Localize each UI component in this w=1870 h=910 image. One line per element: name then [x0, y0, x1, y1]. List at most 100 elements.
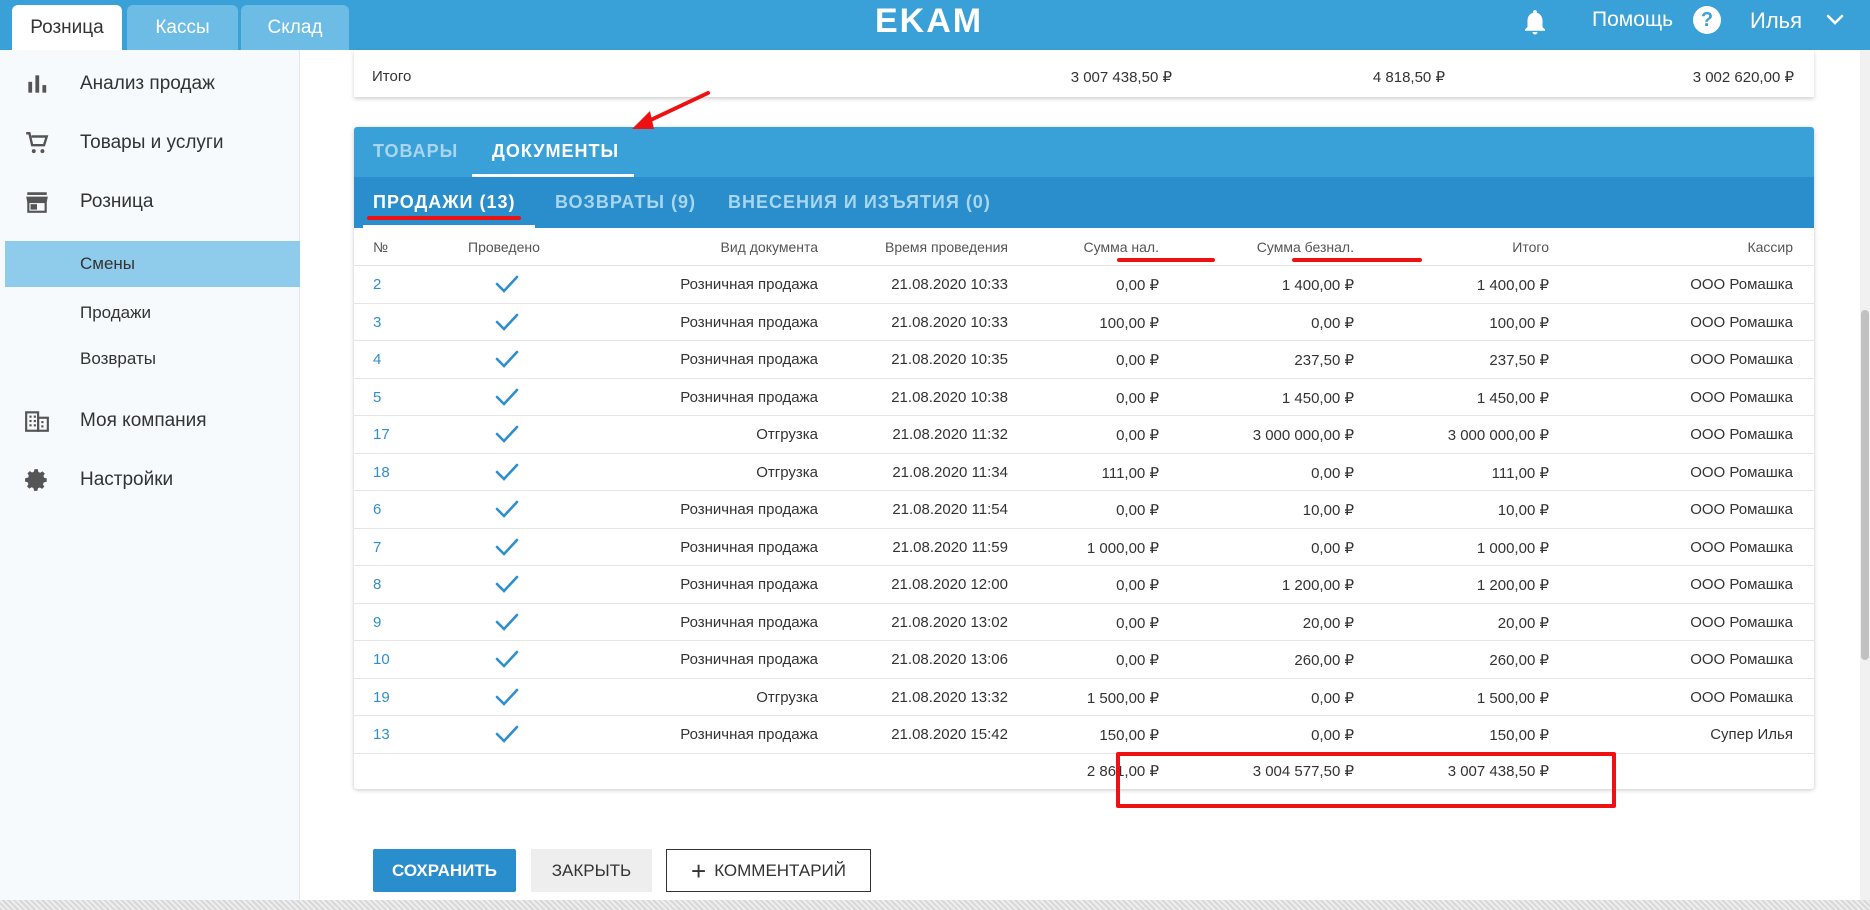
- bell-icon[interactable]: [1520, 6, 1550, 38]
- document-number-link[interactable]: 7: [373, 539, 381, 556]
- document-type: Розничная продажа: [680, 726, 818, 743]
- table-row[interactable]: 4 Розничная продажа 21.08.2020 10:35 0,00 ₽…: [354, 341, 1814, 379]
- checkmark-icon: [495, 462, 519, 482]
- card-sum: 0,00 ₽: [1311, 314, 1354, 332]
- table-row[interactable]: 9 Розничная продажа 21.08.2020 13:02 0,00 ₽…: [354, 604, 1814, 641]
- tab-returns[interactable]: ВОЗВРАТЫ (9): [555, 192, 696, 213]
- table-row[interactable]: 10 Розничная продажа 21.08.2020 13:06 0,00 …: [354, 641, 1814, 679]
- sidebar-subitem-shifts[interactable]: Смены: [5, 241, 300, 287]
- top-tab-retail[interactable]: Розница: [12, 5, 122, 50]
- help-icon[interactable]: ?: [1693, 6, 1721, 34]
- row-total: 150,00 ₽: [1489, 727, 1549, 744]
- column-header-number[interactable]: №: [373, 239, 388, 255]
- table-row[interactable]: 7 Розничная продажа 21.08.2020 11:59 1 000,…: [354, 529, 1814, 566]
- sidebar-item-label: Розница: [80, 191, 154, 212]
- cart-icon: [26, 132, 49, 154]
- document-type: Розничная продажа: [680, 613, 818, 631]
- close-button[interactable]: ЗАКРЫТЬ: [531, 849, 652, 892]
- document-number-link[interactable]: 4: [373, 351, 381, 368]
- table-row[interactable]: 8 Розничная продажа 21.08.2020 12:00 0,00 ₽…: [354, 566, 1814, 604]
- column-header-document-type[interactable]: Вид документа: [554, 239, 818, 255]
- add-comment-label: КОММЕНТАРИЙ: [714, 860, 846, 880]
- table-row[interactable]: 13 Розничная продажа 21.08.2020 15:42 150,0…: [354, 716, 1814, 754]
- column-header-cash-sum[interactable]: Сумма нал.: [1004, 239, 1159, 255]
- document-number-link[interactable]: 3: [373, 314, 381, 331]
- document-number-link[interactable]: 5: [373, 389, 381, 406]
- document-number-link[interactable]: 10: [373, 651, 390, 668]
- cash-sum: 100,00 ₽: [1099, 314, 1159, 332]
- column-header-total[interactable]: Итого: [1354, 239, 1549, 255]
- cashier-name: ООО Ромашка: [1690, 538, 1793, 556]
- column-header-posted[interactable]: Проведено: [468, 239, 540, 255]
- row-total: 1 000,00 ₽: [1476, 539, 1549, 557]
- sidebar-item-my-company[interactable]: Моя компания: [0, 396, 300, 446]
- document-type: Розничная продажа: [680, 576, 818, 593]
- tab-deposits-withdrawals[interactable]: ВНЕСЕНИЯ И ИЗЪЯТИЯ (0): [728, 192, 991, 213]
- sidebar-item-sales-analysis[interactable]: Анализ продаж: [0, 59, 300, 109]
- document-type: Отгрузка: [756, 463, 818, 481]
- table-row[interactable]: 6 Розничная продажа 21.08.2020 11:54 0,00 ₽…: [354, 491, 1814, 529]
- sidebar-item-retail[interactable]: Розница: [0, 177, 300, 227]
- cash-sum: 1 000,00 ₽: [1086, 539, 1159, 557]
- plus-icon: +: [691, 855, 707, 886]
- cashier-name: ООО Ромашка: [1690, 426, 1793, 443]
- document-number-link[interactable]: 19: [373, 689, 390, 706]
- cash-sum: 0,00 ₽: [1116, 352, 1159, 369]
- sidebar-subitem-label: Продажи: [80, 303, 151, 322]
- document-number-link[interactable]: 13: [373, 726, 390, 743]
- checkmark-icon: [495, 499, 519, 519]
- document-type: Розничная продажа: [680, 276, 818, 293]
- app-logo[interactable]: EKAM: [875, 2, 983, 41]
- sidebar-item-goods[interactable]: Товары и услуги: [0, 118, 300, 168]
- tab-sales[interactable]: ПРОДАЖИ (13): [373, 192, 516, 213]
- column-header-time[interactable]: Время проведения: [814, 239, 1008, 255]
- cashier-name: ООО Ромашка: [1690, 576, 1793, 593]
- tab-goods[interactable]: ТОВАРЫ: [373, 141, 458, 162]
- table-row[interactable]: 17 Отгрузка 21.08.2020 11:32 0,00 ₽ 3 000 00…: [354, 416, 1814, 454]
- document-number-link[interactable]: 2: [373, 276, 381, 293]
- document-number-link[interactable]: 17: [373, 426, 390, 443]
- chevron-down-icon[interactable]: [1825, 12, 1845, 28]
- cashier-name: Супер Илья: [1710, 726, 1793, 743]
- column-header-cashier[interactable]: Кассир: [1554, 239, 1793, 255]
- add-comment-button[interactable]: + КОММЕНТАРИЙ: [666, 849, 871, 892]
- document-type: Розничная продажа: [680, 313, 818, 331]
- table-row[interactable]: 19 Отгрузка 21.08.2020 13:32 1 500,00 ₽ 0,00…: [354, 679, 1814, 716]
- document-time: 21.08.2020 10:33: [891, 313, 1008, 331]
- column-header-card-sum[interactable]: Сумма безнал.: [1164, 239, 1354, 255]
- document-time: 21.08.2020 11:32: [892, 426, 1008, 443]
- sidebar-subitem-sales[interactable]: Продажи: [5, 290, 300, 336]
- row-total: 1 450,00 ₽: [1476, 389, 1549, 407]
- checkmark-icon: [495, 687, 519, 707]
- card-sum: 260,00 ₽: [1294, 652, 1354, 669]
- sidebar-subitem-returns[interactable]: Возвраты: [5, 336, 300, 382]
- help-link[interactable]: Помощь: [1592, 8, 1673, 32]
- document-type: Розничная продажа: [680, 388, 818, 406]
- document-number-link[interactable]: 8: [373, 576, 381, 593]
- top-tab-warehouse[interactable]: Склад: [241, 5, 349, 50]
- table-row[interactable]: 3 Розничная продажа 21.08.2020 10:33 100,00…: [354, 304, 1814, 341]
- sidebar-item-settings[interactable]: Настройки: [0, 455, 300, 505]
- document-number-link[interactable]: 9: [373, 614, 381, 631]
- top-tab-cashboxes[interactable]: Кассы: [127, 5, 238, 50]
- document-number-link[interactable]: 18: [373, 464, 390, 481]
- cashier-name: ООО Ромашка: [1690, 688, 1793, 706]
- table-row[interactable]: 2 Розничная продажа 21.08.2020 10:33 0,00 ₽…: [354, 266, 1814, 304]
- sidebar-subitem-label: Возвраты: [80, 349, 156, 368]
- summary-total-label: Итого: [372, 68, 412, 85]
- document-time: 21.08.2020 11:59: [892, 538, 1008, 556]
- save-button[interactable]: СОХРАНИТЬ: [373, 849, 516, 892]
- tab-documents[interactable]: ДОКУМЕНТЫ: [492, 141, 619, 162]
- checkmark-icon: [495, 649, 519, 669]
- table-row[interactable]: 18 Отгрузка 21.08.2020 11:34 111,00 ₽ 0,00 ₽…: [354, 454, 1814, 491]
- table-row[interactable]: 5 Розничная продажа 21.08.2020 10:38 0,00 ₽…: [354, 379, 1814, 416]
- cashier-name: ООО Ромашка: [1690, 613, 1793, 631]
- row-total: 1 200,00 ₽: [1476, 577, 1549, 594]
- row-total: 3 000 000,00 ₽: [1447, 427, 1549, 444]
- scrollbar-thumb[interactable]: [1861, 310, 1869, 660]
- document-number-link[interactable]: 6: [373, 501, 381, 518]
- checkmark-icon: [495, 724, 519, 744]
- sidebar-item-label: Товары и услуги: [80, 132, 224, 153]
- user-menu[interactable]: Илья: [1750, 8, 1802, 34]
- summary-value-net: 3 002 620,00 ₽: [1692, 69, 1794, 86]
